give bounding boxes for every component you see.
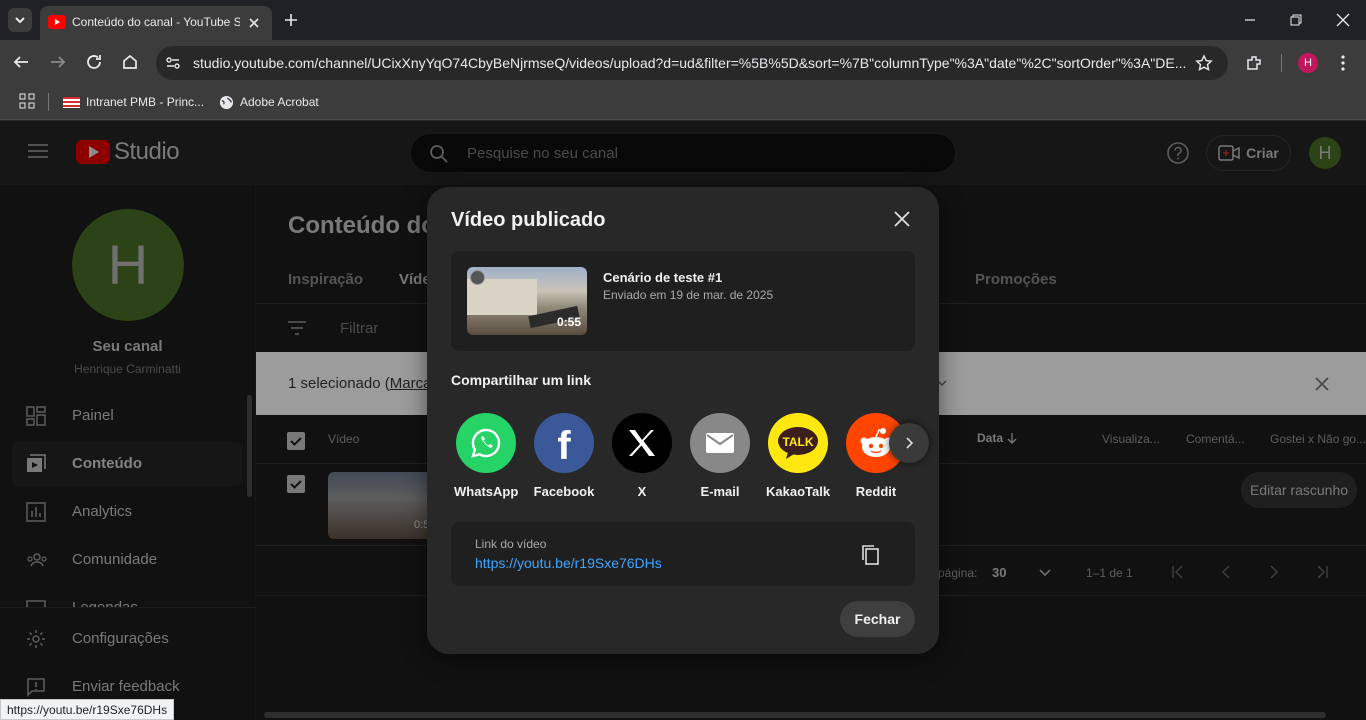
- extensions-icon[interactable]: [1245, 54, 1263, 72]
- share-label: KakaoTalk: [766, 484, 831, 499]
- share-row: WhatsApp f Facebook X E-mail TALK KakaoT…: [453, 413, 911, 503]
- video-card: 0:55 Cenário de teste #1 Enviado em 19 d…: [451, 251, 915, 351]
- share-next-button[interactable]: [889, 423, 929, 463]
- share-whatsapp[interactable]: WhatsApp: [454, 413, 518, 499]
- share-label: X: [637, 484, 647, 499]
- copy-icon[interactable]: [861, 544, 881, 566]
- facebook-icon: f: [534, 413, 594, 473]
- chevron-right-icon: [906, 437, 914, 449]
- share-facebook[interactable]: f Facebook: [532, 413, 596, 499]
- share-label: Facebook: [533, 484, 595, 499]
- video-duration: 0:55: [556, 315, 581, 329]
- svg-text:TALK: TALK: [782, 435, 813, 449]
- share-label: WhatsApp: [454, 484, 519, 499]
- close-icon[interactable]: [1314, 376, 1330, 392]
- whatsapp-icon: [456, 413, 516, 473]
- share-email[interactable]: E-mail: [688, 413, 752, 499]
- link-status-bar: https://youtu.be/r19Sxe76DHs: [0, 699, 175, 720]
- back-icon[interactable]: [12, 53, 30, 71]
- flag-icon: [63, 96, 80, 108]
- minimize-icon[interactable]: [1244, 14, 1256, 26]
- close-window-icon[interactable]: [1336, 13, 1350, 27]
- x-icon: [612, 413, 672, 473]
- bookmark-label: Intranet PMB - Princ...: [86, 95, 205, 109]
- bookmark-label: Adobe Acrobat: [240, 95, 319, 109]
- toolbar-divider: [1281, 54, 1282, 72]
- share-x[interactable]: X: [610, 413, 674, 499]
- share-heading: Compartilhar um link: [451, 372, 592, 388]
- tab-title: Conteúdo do canal - YouTube Studio: [72, 15, 240, 29]
- share-label: E-mail: [700, 484, 740, 499]
- video-thumbnail[interactable]: 0:55: [467, 267, 587, 335]
- globe-icon: [219, 95, 234, 109]
- close-dialog-button[interactable]: Fechar: [840, 601, 915, 637]
- chevron-down-icon: [15, 17, 25, 24]
- selection-count: 1 selecionado (: [288, 375, 390, 392]
- bookmark-star-icon[interactable]: [1195, 54, 1213, 72]
- bookmark-acrobat[interactable]: Adobe Acrobat: [219, 93, 319, 111]
- youtube-favicon-icon: [48, 15, 66, 29]
- email-icon: [690, 413, 750, 473]
- close-icon[interactable]: [246, 15, 262, 31]
- home-icon[interactable]: [121, 53, 139, 71]
- forward-icon[interactable]: [49, 53, 67, 71]
- bookmarks-bar: Intranet PMB - Princ... Adobe Acrobat: [0, 85, 1366, 120]
- restore-icon[interactable]: [1290, 14, 1302, 26]
- tab-search-button[interactable]: [8, 8, 32, 32]
- share-kakaotalk[interactable]: TALK KakaoTalk: [766, 413, 830, 499]
- site-settings-icon[interactable]: [165, 55, 181, 71]
- kakaotalk-icon: TALK: [768, 413, 828, 473]
- address-bar[interactable]: studio.youtube.com/channel/UCixXnyYqO74C…: [156, 46, 1228, 80]
- video-title: Cenário de teste #1: [603, 270, 723, 285]
- video-subtitle: Enviado em 19 de mar. de 2025: [603, 288, 774, 302]
- link-label: Link do vídeo: [475, 537, 547, 551]
- share-label: Reddit: [855, 484, 897, 499]
- close-icon[interactable]: [893, 210, 911, 228]
- dialog-title: Vídeo publicado: [451, 209, 606, 231]
- browser-tab-strip: Conteúdo do canal - YouTube Studio: [0, 0, 1366, 40]
- thumbnail-badge-icon: [470, 270, 485, 285]
- link-box: Link do vídeo https://youtu.be/r19Sxe76D…: [451, 522, 915, 586]
- url-text[interactable]: studio.youtube.com/channel/UCixXnyYqO74C…: [193, 55, 1188, 71]
- bookmark-intranet[interactable]: Intranet PMB - Princ...: [63, 93, 204, 111]
- selection-text: 1 selecionado (Marcar: [288, 375, 436, 392]
- reload-icon[interactable]: [85, 53, 103, 71]
- new-tab-icon[interactable]: [283, 12, 299, 28]
- video-published-dialog: Vídeo publicado 0:55 Cenário de teste #1…: [427, 187, 939, 654]
- browser-tab[interactable]: Conteúdo do canal - YouTube Studio: [40, 6, 272, 40]
- apps-grid-icon[interactable]: [19, 93, 35, 109]
- bookmark-divider: [48, 93, 49, 111]
- profile-avatar[interactable]: H: [1298, 53, 1318, 73]
- more-menu-icon[interactable]: [1340, 54, 1346, 72]
- video-link[interactable]: https://youtu.be/r19Sxe76DHs: [475, 555, 662, 571]
